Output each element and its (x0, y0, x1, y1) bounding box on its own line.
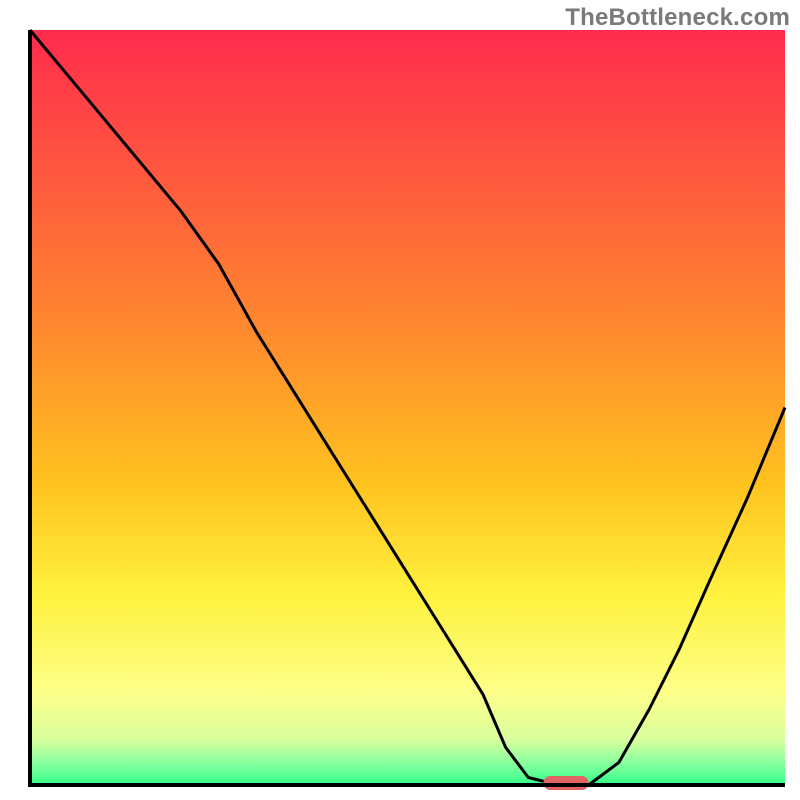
watermark-text: TheBottleneck.com (565, 4, 790, 32)
plot-background (30, 30, 785, 785)
bottleneck-chart (0, 0, 800, 800)
chart-container: TheBottleneck.com (0, 0, 800, 800)
